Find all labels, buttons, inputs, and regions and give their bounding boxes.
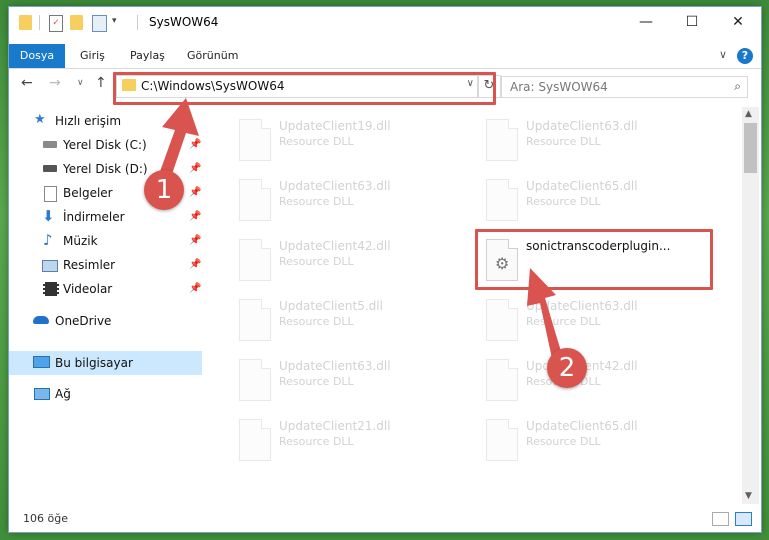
step-2-badge: 2	[547, 348, 587, 388]
annotation-arrows	[158, 98, 563, 363]
step-1-badge: 1	[144, 170, 184, 210]
arrow-2-icon	[527, 268, 563, 363]
arrow-1-icon	[158, 98, 199, 180]
